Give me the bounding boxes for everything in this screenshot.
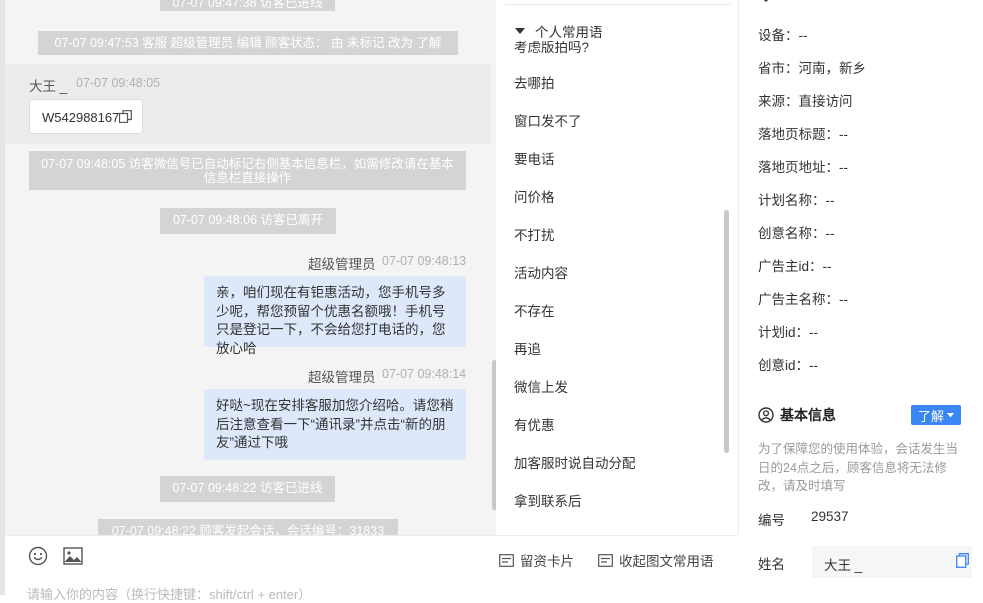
- system-message: 07-07 09:48:22 顾客发起会话，会话编号：31833: [98, 519, 398, 535]
- image-icon[interactable]: [63, 547, 83, 565]
- name-label: 姓名: [758, 557, 785, 572]
- phrase-divider: [505, 4, 730, 5]
- id-value: 29537: [811, 509, 849, 524]
- user-icon: [758, 407, 774, 423]
- collapse-phrases-button[interactable]: 收起图文常用语: [598, 550, 714, 570]
- lead-card-button[interactable]: 留资卡片: [499, 550, 574, 570]
- copy-icon[interactable]: [119, 110, 132, 123]
- visitor-name: 大王 _: [29, 79, 68, 94]
- chevron-icon: [763, 0, 769, 3]
- phrase-item[interactable]: 拿到联系后: [514, 490, 582, 510]
- info-landing-url: 落地页地址：--: [758, 160, 848, 175]
- system-message: 07-07 09:48:05 访客微信号已自动标记右侧基本信息栏，如需修改请在基…: [29, 151, 466, 190]
- info-region: 省市：河南，新乡: [758, 61, 866, 76]
- info-advertiser-id: 广告主id：--: [758, 259, 832, 274]
- card-icon: [499, 553, 514, 567]
- system-message: 07-07 09:48:22 访客已进线: [160, 476, 335, 502]
- info-source: 来源：直接访问: [758, 94, 853, 109]
- phrase-item[interactable]: 活动内容: [514, 262, 568, 282]
- info-plan-id: 计划id：--: [758, 325, 818, 340]
- agent-message-time: 07-07 09:48:13: [382, 254, 467, 268]
- message-input-placeholder[interactable]: 请输入你的内容（换行快捷键：shift/ctrl + enter）: [27, 584, 311, 603]
- info-device: 设备：--: [758, 28, 808, 43]
- agent-name: 超级管理员: [308, 370, 376, 385]
- agent-name: 超级管理员: [308, 257, 376, 272]
- info-plan-name: 计划名称：--: [758, 193, 835, 208]
- customer-status-dropdown[interactable]: 了解: [911, 405, 961, 425]
- caret-down-icon: [947, 412, 954, 417]
- phrase-item[interactable]: 窗口发不了: [514, 110, 582, 130]
- phrase-item[interactable]: 去哪拍: [514, 72, 555, 92]
- name-field[interactable]: 大王 _: [812, 546, 972, 578]
- phrase-item[interactable]: 不存在: [514, 300, 555, 320]
- agent-message-bubble: 亲，咱们现在有钜惠活动，您手机号多少呢，帮您预留个优惠名额哦！手机号只是登记一下…: [204, 276, 466, 356]
- message-icon: [598, 553, 613, 567]
- phrase-item[interactable]: 微信上发: [514, 376, 568, 396]
- agent-message-bubble: 好哒~现在安排客服加您介绍哈。请您稍后注意查看一下“通讯录”并点击“新的朋友”通…: [204, 389, 466, 460]
- agent-message-time: 07-07 09:48:14: [382, 367, 467, 381]
- chat-scrollbar[interactable]: [492, 360, 496, 510]
- copy-icon[interactable]: [956, 553, 969, 568]
- basic-info-title: 基本信息: [758, 405, 836, 425]
- system-message: 07-07 09:47:53 客服 超级管理员 编辑 顾客状态： 由 未标记 改…: [38, 31, 458, 55]
- chat-history[interactable]: 07-07 09:47:38 访客已进线 07-07 09:47:53 客服 超…: [5, 0, 496, 535]
- phrase-item[interactable]: 再追: [514, 338, 541, 358]
- info-landing-title: 落地页标题：--: [758, 127, 848, 142]
- phrase-item[interactable]: 问价格: [514, 186, 555, 206]
- visitor-wechat-code[interactable]: W542988167: [29, 99, 143, 134]
- phrase-item[interactable]: 不打扰: [514, 224, 555, 244]
- message-input-area[interactable]: 留资卡片 收起图文常用语 请输入你的内容（换行快捷键：shift/ctrl + …: [5, 535, 738, 602]
- caret-down-icon: [515, 27, 525, 34]
- info-creative-id: 创意id：--: [758, 358, 818, 373]
- phrase-scrollbar[interactable]: [724, 210, 729, 453]
- id-label: 编号: [758, 513, 785, 528]
- phrase-item[interactable]: 要电话: [514, 148, 555, 168]
- edit-notice: 为了保障您的使用体验，会话发生当日的24点之后，顾客信息将无法修改，请及时填写: [758, 442, 959, 493]
- system-message: 07-07 09:48:06 访客已离开: [160, 208, 336, 234]
- info-advertiser-name: 广告主名称：--: [758, 292, 848, 307]
- phrase-item[interactable]: 有优惠: [514, 414, 555, 434]
- emoji-icon[interactable]: [28, 546, 48, 566]
- phrase-item[interactable]: 加客服时说自动分配: [514, 452, 636, 472]
- phrase-group-header[interactable]: 个人常用语: [515, 21, 715, 41]
- info-creative-name: 创意名称：--: [758, 226, 835, 241]
- system-message: 07-07 09:47:38 访客已进线: [160, 0, 335, 11]
- phrase-panel: 考虑版拍吗? 个人常用语 去哪拍 窗口发不了 要电话 问价格 不打扰 活动内容 …: [497, 0, 739, 535]
- visitor-message-time: 07-07 09:48:05: [76, 76, 161, 90]
- customer-info-panel: 设备：-- 省市：河南，新乡 来源：直接访问 落地页标题：-- 落地页地址：--…: [739, 0, 983, 595]
